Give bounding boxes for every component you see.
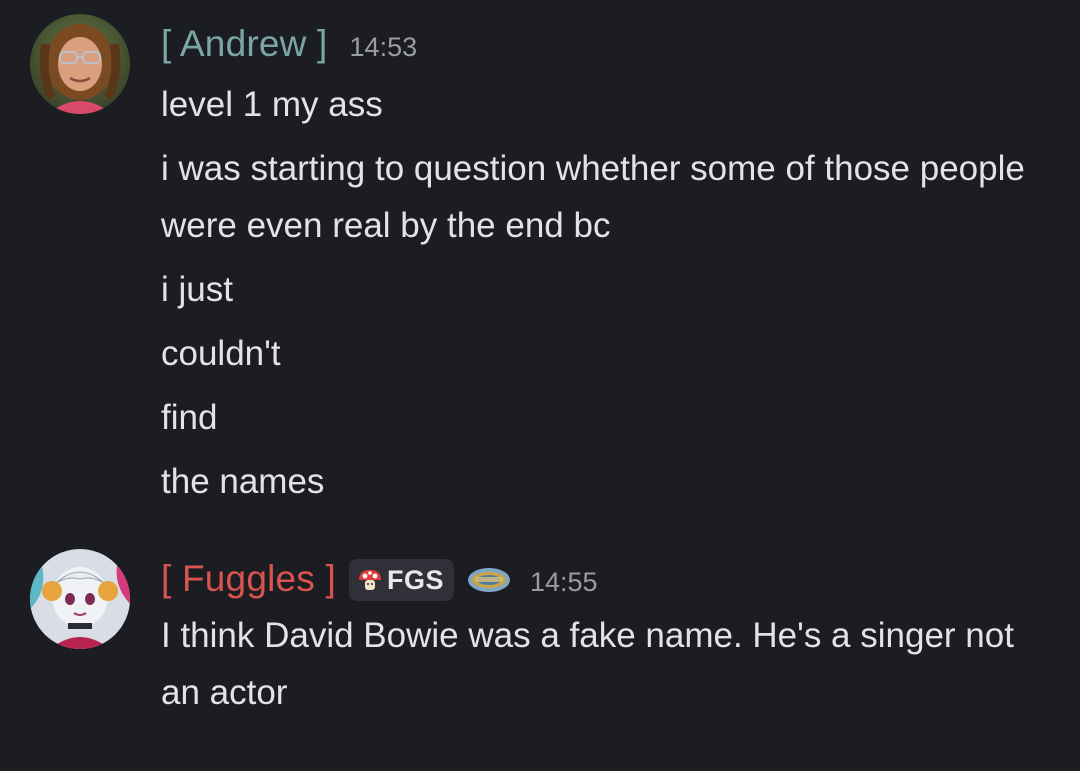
message-line: find <box>161 398 218 437</box>
message-line: i was starting to question whether some … <box>161 149 1025 245</box>
timestamp: 14:53 <box>349 31 418 62</box>
anime-character-icon <box>30 549 130 649</box>
mushroom-icon <box>358 570 381 590</box>
avatar[interactable] <box>30 549 130 649</box>
username[interactable]: [ Fuggles ] <box>161 558 336 600</box>
message-line: the names <box>161 462 325 501</box>
message-line: level 1 my ass <box>161 85 383 124</box>
message-header: [ Andrew ] 14:53 <box>161 20 417 68</box>
user-photo-icon <box>30 14 130 114</box>
message-header: [ Fuggles ] FGS 14:55 <box>161 555 598 603</box>
message-content: I think David Bowie was a fake name. He'… <box>161 607 1041 728</box>
tag-label: FGS <box>386 564 444 595</box>
avatar[interactable] <box>30 14 130 114</box>
message-content: level 1 my ass i was starting to questio… <box>161 76 1041 517</box>
server-tag[interactable]: FGS <box>348 559 454 601</box>
message-line: couldn't <box>161 334 281 373</box>
message-line: i just <box>161 270 233 309</box>
timestamp: 14:55 <box>529 566 598 597</box>
chat-message-list: [ Andrew ] 14:53 level 1 my ass i was st… <box>0 0 1080 771</box>
message-line: I think David Bowie was a fake name. He'… <box>161 616 1014 712</box>
username[interactable]: [ Andrew ] <box>161 23 328 65</box>
server-badge-icon[interactable] <box>466 565 512 595</box>
